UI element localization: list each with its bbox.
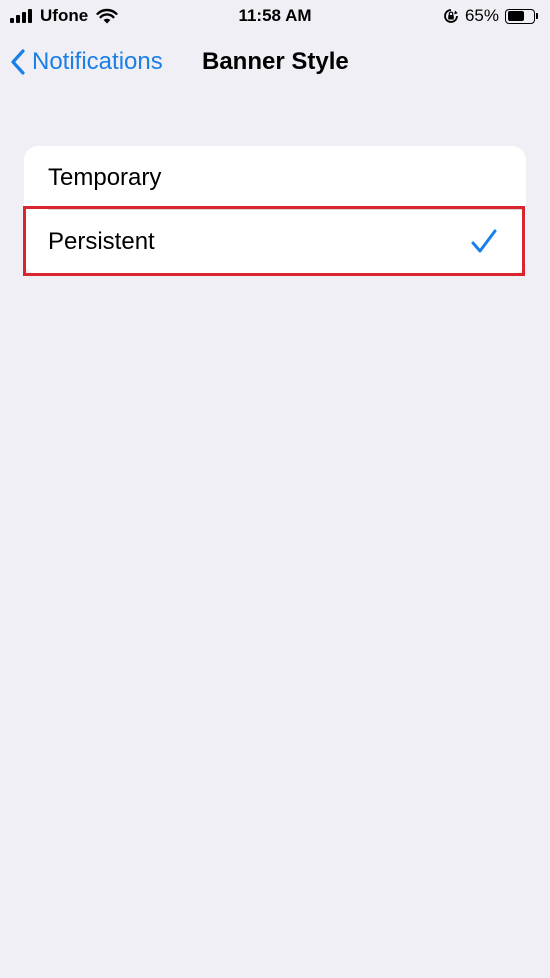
option-label: Temporary	[48, 164, 162, 191]
checkmark-icon	[471, 229, 497, 253]
navigation-bar: Notifications Banner Style	[0, 38, 550, 86]
status-right: 65%	[443, 5, 538, 27]
chevron-left-icon	[11, 49, 25, 75]
back-label: Notifications	[32, 48, 163, 75]
status-bar: Ufone 11:58 AM 65%	[0, 0, 550, 32]
battery-icon	[505, 8, 535, 24]
banner-style-options: Temporary Persistent	[23, 146, 526, 276]
option-label: Persistent	[48, 228, 155, 255]
battery-nub	[536, 13, 538, 19]
battery-percent: 65%	[464, 6, 499, 25]
option-temporary[interactable]: Temporary	[24, 146, 526, 210]
option-persistent[interactable]: Persistent	[24, 210, 526, 274]
back-button[interactable]: Notifications	[10, 44, 163, 80]
page-title: Banner Style	[202, 48, 349, 75]
orientation-lock-icon	[444, 9, 458, 23]
